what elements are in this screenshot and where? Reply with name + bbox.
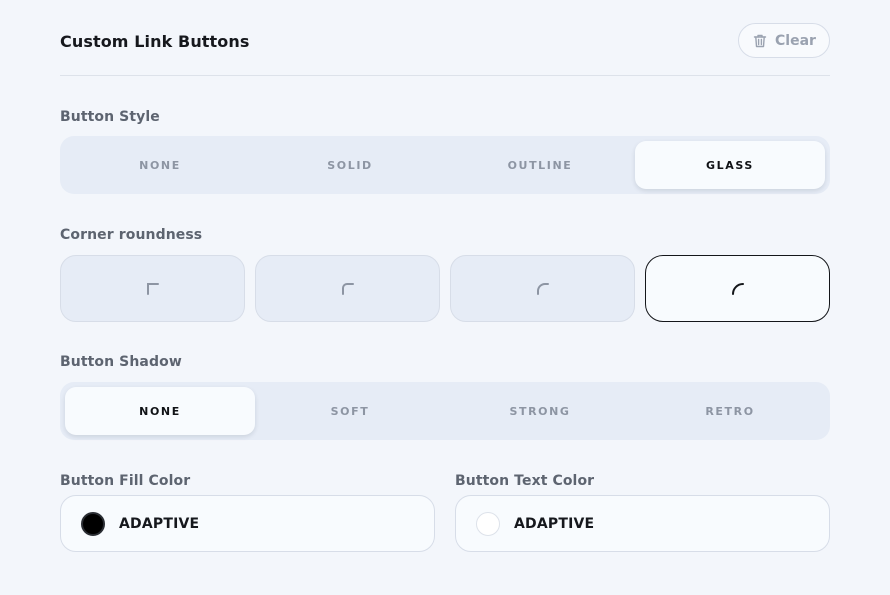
button-fill-color-label: Button Fill Color: [60, 473, 191, 489]
button-style-label: Button Style: [60, 109, 160, 125]
button-shadow-selector: NONE SOFT STRONG RETRO: [60, 382, 830, 440]
corner-roundness-selector: [60, 255, 831, 322]
text-color-value: ADAPTIVE: [514, 515, 595, 532]
button-shadow-option-none[interactable]: NONE: [65, 387, 255, 435]
panel-header: Custom Link Buttons Clear: [60, 22, 830, 62]
corner-option-full[interactable]: [645, 255, 830, 322]
button-style-option-outline[interactable]: OUTLINE: [445, 141, 635, 189]
square-corner-icon: [146, 282, 159, 295]
round-corner-icon: [536, 282, 549, 295]
corner-option-square[interactable]: [60, 255, 245, 322]
button-shadow-option-soft[interactable]: SOFT: [255, 387, 445, 435]
button-text-color-label: Button Text Color: [455, 473, 595, 489]
button-style-option-none[interactable]: NONE: [65, 141, 255, 189]
panel-title: Custom Link Buttons: [60, 32, 250, 51]
corner-roundness-label: Corner roundness: [60, 227, 203, 243]
button-shadow-option-strong[interactable]: STRONG: [445, 387, 635, 435]
full-round-corner-icon: [731, 282, 744, 295]
corner-option-round[interactable]: [450, 255, 635, 322]
custom-link-buttons-panel: Custom Link Buttons Clear Button Style N…: [0, 0, 890, 595]
button-shadow-label: Button Shadow: [60, 354, 182, 370]
clear-button[interactable]: Clear: [738, 23, 830, 58]
clear-button-label: Clear: [775, 32, 816, 49]
button-style-option-glass[interactable]: GLASS: [635, 141, 825, 189]
button-style-option-solid[interactable]: SOLID: [255, 141, 445, 189]
button-style-selector: NONE SOLID OUTLINE GLASS: [60, 136, 830, 194]
fill-color-value: ADAPTIVE: [119, 515, 200, 532]
button-text-color-picker[interactable]: ADAPTIVE: [455, 495, 830, 552]
corner-option-slight[interactable]: [255, 255, 440, 322]
slight-round-corner-icon: [341, 282, 354, 295]
header-divider: [60, 75, 830, 76]
trash-icon: [753, 34, 767, 47]
button-fill-color-picker[interactable]: ADAPTIVE: [60, 495, 435, 552]
fill-color-swatch[interactable]: [81, 511, 105, 536]
text-color-swatch[interactable]: [476, 511, 500, 536]
button-shadow-option-retro[interactable]: RETRO: [635, 387, 825, 435]
